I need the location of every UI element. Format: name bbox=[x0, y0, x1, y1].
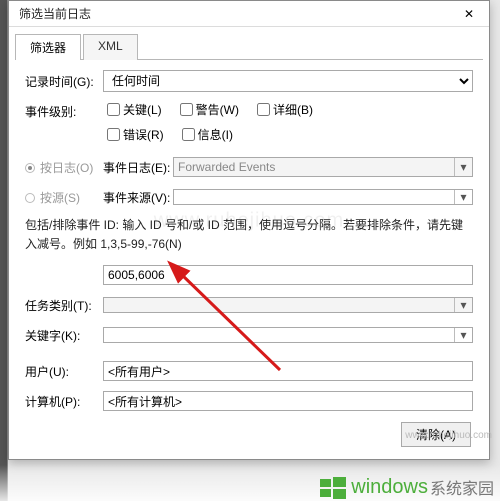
chevron-down-icon[interactable]: ▾ bbox=[454, 328, 472, 342]
radio-by-log: 按日志(O) bbox=[25, 159, 103, 176]
parent-app-edge bbox=[0, 0, 8, 501]
label-computer: 计算机(P): bbox=[25, 393, 103, 410]
checkbox-information[interactable]: 信息(I) bbox=[178, 125, 233, 144]
checkbox-error[interactable]: 错误(R) bbox=[103, 125, 164, 144]
checkbox-critical[interactable]: 关键(L) bbox=[103, 100, 162, 119]
tab-filter[interactable]: 筛选器 bbox=[15, 34, 81, 60]
label-level: 事件级别: bbox=[25, 100, 103, 120]
close-button[interactable]: ✕ bbox=[449, 1, 489, 26]
filter-dialog: 筛选当前日志 ✕ 筛选器 XML 记录时间(G): 任何时间 事件级别: 关键(… bbox=[8, 0, 490, 460]
computer-input[interactable] bbox=[103, 391, 473, 411]
form-body: 记录时间(G): 任何时间 事件级别: 关键(L) 警告(W) 详细(B) 错误… bbox=[9, 60, 489, 451]
title-bar: 筛选当前日志 ✕ bbox=[9, 1, 489, 27]
event-source-combo[interactable]: ▾ bbox=[173, 189, 473, 205]
chevron-down-icon: ▾ bbox=[454, 298, 472, 312]
site-logo: windows系统家园 bbox=[170, 475, 494, 499]
event-log-combo: Forwarded Events ▾ bbox=[173, 157, 473, 177]
radio-by-source: 按源(S) bbox=[25, 189, 103, 206]
chevron-down-icon[interactable]: ▾ bbox=[454, 190, 472, 204]
label-task: 任务类别(T): bbox=[25, 297, 103, 314]
logged-time-select[interactable]: 任何时间 bbox=[103, 70, 473, 92]
keyword-combo[interactable]: ▾ bbox=[103, 327, 473, 343]
event-id-input[interactable] bbox=[103, 265, 473, 285]
windows-logo-icon bbox=[320, 477, 346, 499]
tab-strip: 筛选器 XML bbox=[15, 33, 483, 60]
task-category-combo: ▾ bbox=[103, 297, 473, 313]
label-event-source: 事件来源(V): bbox=[103, 189, 173, 206]
chevron-down-icon: ▾ bbox=[454, 158, 472, 176]
checkbox-warning[interactable]: 警告(W) bbox=[176, 100, 239, 119]
dialog-title: 筛选当前日志 bbox=[9, 5, 449, 22]
label-user: 用户(U): bbox=[25, 363, 103, 380]
branding-band: windows系统家园 bbox=[0, 465, 500, 501]
radio-icon bbox=[25, 163, 35, 173]
checkbox-verbose[interactable]: 详细(B) bbox=[253, 100, 313, 119]
label-keyword: 关键字(K): bbox=[25, 327, 103, 344]
close-icon: ✕ bbox=[464, 7, 474, 21]
event-id-instruction: 包括/排除事件 ID: 输入 ID 号和/或 ID 范围，使用逗号分隔。若要排除… bbox=[25, 216, 473, 254]
source-url: www.ruhejihuo.com bbox=[405, 430, 492, 441]
label-logged: 记录时间(G): bbox=[25, 73, 103, 90]
tab-xml[interactable]: XML bbox=[83, 34, 138, 60]
user-input[interactable] bbox=[103, 361, 473, 381]
radio-icon bbox=[25, 193, 35, 203]
label-event-log: 事件日志(E): bbox=[103, 159, 173, 176]
